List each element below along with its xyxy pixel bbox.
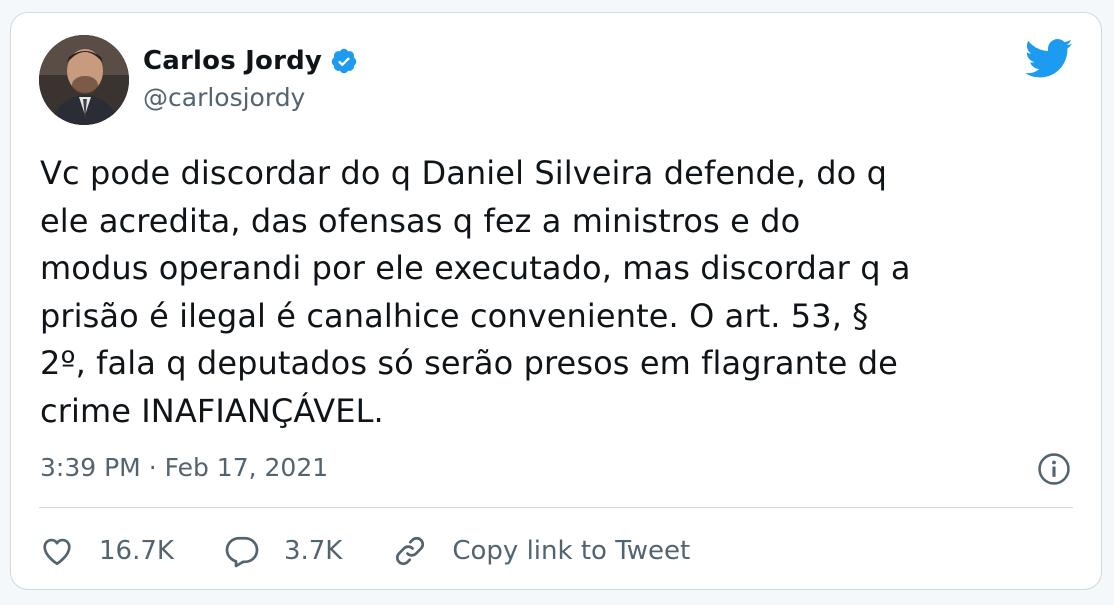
- tweet-card[interactable]: Carlos Jordy @carlosjordy Vc pode discor…: [10, 12, 1102, 590]
- verified-badge-icon: [330, 47, 358, 75]
- like-button[interactable]: 16.7K: [39, 533, 174, 569]
- divider: [39, 507, 1073, 508]
- copy-link-label: Copy link to Tweet: [452, 536, 691, 566]
- author-handle[interactable]: @carlosjordy: [143, 83, 358, 112]
- heart-icon: [43, 538, 71, 566]
- author-name[interactable]: Carlos Jordy: [143, 46, 322, 76]
- timestamp-separator: ·: [148, 453, 157, 482]
- reply-button[interactable]: 3.7K: [224, 533, 342, 569]
- tweet-header: Carlos Jordy @carlosjordy: [39, 35, 1073, 127]
- avatar[interactable]: [39, 35, 129, 125]
- like-count: 16.7K: [99, 536, 174, 566]
- reply-count: 3.7K: [283, 536, 343, 566]
- avatar-photo: [39, 35, 129, 125]
- speech-bubble-icon: [225, 536, 259, 568]
- twitter-bird-icon[interactable]: [1025, 39, 1073, 79]
- info-icon[interactable]: [1037, 452, 1071, 486]
- copy-link-button[interactable]: Copy link to Tweet: [392, 533, 690, 569]
- tweet-actions: 16.7K 3.7K Copy link to Tweet: [39, 531, 690, 571]
- tweet-date: Feb 17, 2021: [164, 453, 329, 482]
- tweet-time: 3:39 PM: [40, 453, 141, 482]
- name-row: Carlos Jordy: [143, 43, 358, 79]
- tweet-text: Vc pode discordar do q Daniel Silveira d…: [40, 154, 911, 430]
- author-block: Carlos Jordy @carlosjordy: [143, 43, 358, 112]
- tweet-timestamp[interactable]: 3:39 PM · Feb 17, 2021: [40, 453, 328, 482]
- link-icon: [396, 537, 425, 565]
